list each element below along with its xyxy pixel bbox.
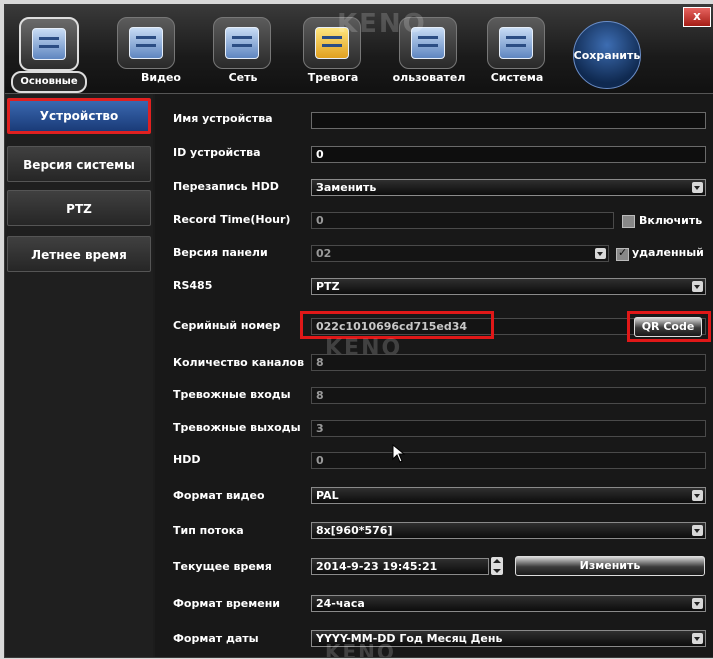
- device-id-field[interactable]: 0: [311, 146, 706, 163]
- video-camera-icon: [117, 17, 175, 69]
- tab-alarm-label: Тревога: [307, 71, 359, 84]
- chevron-down-icon: [692, 598, 703, 609]
- sidebar: Устройство Версия системы PTZ Летнее вре…: [5, 94, 153, 657]
- panel-version-label: Версия панели: [173, 246, 268, 259]
- save-button[interactable]: Сохранить: [573, 21, 641, 89]
- date-format-label: Формат даты: [173, 632, 259, 645]
- hdd-label: HDD: [173, 453, 201, 466]
- alarm-outputs-field[interactable]: 3: [311, 420, 706, 437]
- close-button[interactable]: x: [683, 7, 711, 27]
- time-spinner-icon[interactable]: [491, 557, 503, 575]
- device-name-label: Имя устройства: [173, 112, 273, 125]
- chevron-down-icon: [692, 281, 703, 292]
- channels-field[interactable]: 8: [311, 354, 706, 371]
- top-toolbar: Основные Видео Сеть Тревога ользовател С…: [5, 5, 713, 94]
- stream-type-value: 8x[960*576]: [316, 524, 393, 537]
- alarm-inputs-label: Тревожные входы: [173, 388, 291, 401]
- watermark-logo: KENO: [325, 640, 396, 658]
- change-time-button[interactable]: Изменить: [515, 556, 705, 576]
- save-button-label: Сохранить: [573, 48, 641, 62]
- settings-list-icon: [19, 17, 79, 71]
- channels-label: Количество каналов: [173, 356, 305, 369]
- sidebar-item-system-version[interactable]: Версия системы: [7, 146, 151, 182]
- chevron-down-icon: [692, 182, 703, 193]
- sidebar-item-dst[interactable]: Летнее время: [7, 236, 151, 272]
- record-time-enable-label: Включить: [639, 214, 703, 227]
- chevron-down-icon: [692, 490, 703, 501]
- tab-users-label: ользовател: [392, 71, 466, 84]
- network-icon: [213, 17, 271, 69]
- video-format-value: PAL: [316, 489, 339, 502]
- serial-number-label: Серийный номер: [173, 319, 281, 332]
- serial-number-highlight: [300, 311, 494, 339]
- remote-checkbox-label: удаленный: [632, 246, 704, 259]
- hdd-overwrite-select[interactable]: Заменить: [311, 179, 706, 196]
- record-time-enable-checkbox[interactable]: [622, 215, 635, 228]
- hdd-overwrite-value: Заменить: [316, 181, 377, 194]
- chevron-down-icon: [692, 633, 703, 644]
- panel-version-select[interactable]: 02: [311, 245, 609, 262]
- hdd-field[interactable]: 0: [311, 452, 706, 469]
- current-time-label: Текущее время: [173, 560, 272, 573]
- rs485-value: PTZ: [316, 280, 340, 293]
- sidebar-item-device[interactable]: Устройство: [7, 98, 151, 134]
- tab-system-label: Система: [490, 71, 544, 84]
- alarm-inputs-field[interactable]: 8: [311, 387, 706, 404]
- current-time-field[interactable]: 2014-9-23 19:45:21: [311, 558, 489, 575]
- record-time-label: Record Time(Hour): [173, 213, 291, 226]
- tab-network[interactable]: Сеть: [203, 13, 283, 89]
- rs485-select[interactable]: PTZ: [311, 278, 706, 295]
- rs485-label: RS485: [173, 279, 213, 292]
- sidebar-item-ptz[interactable]: PTZ: [7, 190, 151, 226]
- video-format-label: Формат видео: [173, 489, 265, 502]
- tab-network-label: Сеть: [228, 71, 258, 84]
- record-time-field[interactable]: 0: [311, 212, 614, 229]
- dvr-settings-window: Основные Видео Сеть Тревога ользовател С…: [4, 4, 713, 658]
- system-icon: [487, 17, 545, 69]
- tab-video[interactable]: Видео: [107, 13, 187, 89]
- remote-checkbox[interactable]: [616, 246, 629, 261]
- qr-code-highlight: [627, 311, 711, 342]
- mouse-cursor-icon: [392, 444, 406, 463]
- device-id-label: ID устройства: [173, 146, 261, 159]
- device-settings-form: Имя устройства ID устройства 0 Перезапис…: [155, 94, 713, 657]
- tab-video-label: Видео: [141, 71, 181, 84]
- device-name-field[interactable]: [311, 112, 706, 129]
- chevron-down-icon: [595, 248, 606, 259]
- time-format-label: Формат времени: [173, 597, 281, 610]
- hdd-overwrite-label: Перезапись HDD: [173, 180, 279, 193]
- time-format-select[interactable]: 24-часа: [311, 595, 706, 612]
- video-format-select[interactable]: PAL: [311, 487, 706, 504]
- tab-main-label: Основные: [11, 71, 87, 93]
- watermark-logo: KENO: [337, 9, 427, 39]
- chevron-down-icon: [692, 525, 703, 536]
- time-format-value: 24-часа: [316, 597, 365, 610]
- stream-type-label: Тип потока: [173, 524, 244, 537]
- panel-version-value: 02: [316, 247, 332, 260]
- alarm-outputs-label: Тревожные выходы: [173, 421, 301, 434]
- tab-main[interactable]: Основные: [9, 13, 89, 93]
- stream-type-select[interactable]: 8x[960*576]: [311, 522, 706, 539]
- tab-system[interactable]: Система: [477, 13, 557, 89]
